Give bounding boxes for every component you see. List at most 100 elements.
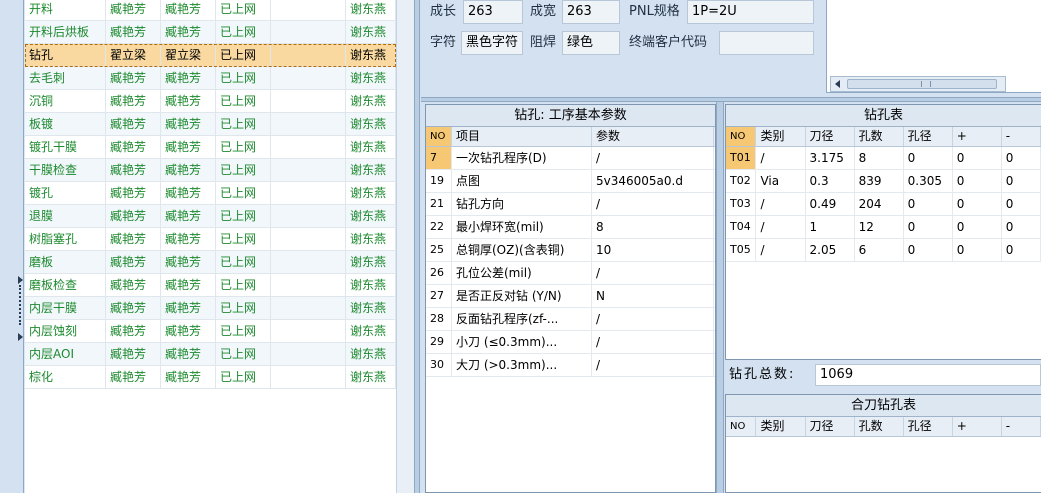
- drill-cell-minus: 0: [1002, 170, 1041, 192]
- growth-field[interactable]: 263: [463, 0, 523, 24]
- task-cell-note: [271, 44, 346, 66]
- pnl-spec-field[interactable]: 1P=2U: [687, 0, 814, 24]
- combo-header-hole-dia[interactable]: 孔径: [904, 417, 953, 436]
- param-row[interactable]: 22 最小焊环宽(mil) 8: [426, 216, 715, 239]
- combo-header-minus[interactable]: -: [1002, 417, 1041, 436]
- width-field[interactable]: 263: [562, 0, 620, 24]
- drill-header-type[interactable]: 类别: [756, 127, 806, 146]
- combo-header-hole-count[interactable]: 孔数: [855, 417, 904, 436]
- task-row[interactable]: 镀孔 臧艳芳 臧艳芳 已上网 谢东燕: [25, 182, 396, 205]
- task-cell-reviewer: 臧艳芳: [161, 21, 216, 43]
- drill-row[interactable]: T03/0.49 204 0 0 0: [726, 193, 1041, 216]
- drill-cell-hole-count: 839: [855, 170, 904, 192]
- expand-arrow-icon[interactable]: [18, 333, 23, 341]
- task-row[interactable]: 镀孔干膜 臧艳芳 臧艳芳 已上网 谢东燕: [25, 136, 396, 159]
- task-row[interactable]: 干膜检查 臧艳芳 臧艳芳 已上网 谢东燕: [25, 159, 396, 182]
- collapse-arrow-icon[interactable]: [18, 276, 23, 284]
- param-row[interactable]: 28 反面钻孔程序(zf-... /: [426, 308, 715, 331]
- task-cell-status: 已上网: [216, 67, 271, 89]
- growth-label: 成长: [430, 4, 457, 19]
- param-row[interactable]: 25 总铜厚(OZ)(含表铜) 10: [426, 239, 715, 262]
- param-cell-value: /: [592, 354, 714, 376]
- param-cell-item: 总铜厚(OZ)(含表铜): [452, 239, 592, 261]
- params-header-no[interactable]: NO: [426, 127, 452, 146]
- horizontal-scrollbar[interactable]: [830, 76, 1006, 92]
- task-row[interactable]: 内层干膜 臧艳芳 臧艳芳 已上网 谢东燕: [25, 297, 396, 320]
- drill-row[interactable]: T04/1 12 0 0 0: [726, 216, 1041, 239]
- param-cell-item: 最小焊环宽(mil): [452, 216, 592, 238]
- char-field[interactable]: 黑色字符: [461, 31, 523, 55]
- drill-header-hole-count[interactable]: 孔数: [855, 127, 904, 146]
- task-cell-note: [271, 251, 346, 273]
- task-cell-status: 已上网: [216, 113, 271, 135]
- param-cell-no: 29: [426, 331, 452, 353]
- param-row[interactable]: 21 钻孔方向 /: [426, 193, 715, 216]
- task-row[interactable]: 内层AOI 臧艳芳 臧艳芳 已上网 谢东燕: [25, 343, 396, 366]
- task-cell-note: [271, 67, 346, 89]
- scroll-left-icon[interactable]: [835, 80, 840, 88]
- task-row[interactable]: 树脂塞孔 臧艳芳 臧艳芳 已上网 谢东燕: [25, 228, 396, 251]
- combo-header-tool-dia[interactable]: 刀径: [806, 417, 855, 436]
- combo-header-no[interactable]: NO: [726, 417, 757, 436]
- param-cell-value: /: [592, 331, 714, 353]
- task-cell-status: 已上网: [216, 320, 271, 342]
- drill-header-hole-dia[interactable]: 孔径: [904, 127, 953, 146]
- combo-header-type[interactable]: 类别: [756, 417, 806, 436]
- drill-header-tool-dia[interactable]: 刀径: [806, 127, 855, 146]
- task-cell-process-name: 内层干膜: [25, 297, 106, 319]
- task-row[interactable]: 钻孔 翟立梁 翟立梁 已上网 谢东燕: [25, 44, 396, 67]
- task-cell-note: [271, 159, 346, 181]
- param-row[interactable]: 26 孔位公差(mil) /: [426, 262, 715, 285]
- task-row[interactable]: 沉铜 臧艳芳 臧艳芳 已上网 谢东燕: [25, 90, 396, 113]
- drill-row[interactable]: T02 Via 0.3 839 0.305 0 0: [726, 170, 1041, 193]
- param-row[interactable]: 30 大刀 (>0.3mm)... /: [426, 354, 715, 377]
- task-cell-status: 已上网: [216, 205, 271, 227]
- drill-cell-plus: 0: [953, 170, 1002, 192]
- task-row[interactable]: 退膜 臧艳芳 臧艳芳 已上网 谢东燕: [25, 205, 396, 228]
- param-row[interactable]: 7 一次钻孔程序(D) /: [426, 147, 715, 170]
- combo-header-plus[interactable]: +: [953, 417, 1002, 436]
- customer-code-field[interactable]: [719, 31, 814, 55]
- left-splitter[interactable]: [0, 0, 24, 493]
- task-cell-owner: 谢东燕: [346, 274, 396, 296]
- horizontal-splitter[interactable]: [421, 97, 1041, 102]
- param-row[interactable]: 29 小刀 (≤0.3mm)... /: [426, 331, 715, 354]
- task-cell-status: 已上网: [216, 0, 271, 20]
- drill-cell-type: /: [756, 216, 806, 238]
- task-row[interactable]: 棕化 臧艳芳 臧艳芳 已上网 谢东燕: [25, 366, 396, 389]
- task-row[interactable]: 开料后烘板 臧艳芳 臧艳芳 已上网 谢东燕: [25, 21, 396, 44]
- solder-mask-field[interactable]: 绿色: [562, 31, 620, 55]
- vertical-splitter[interactable]: [716, 102, 724, 493]
- task-row[interactable]: 磨板检查 臧艳芳 臧艳芳 已上网 谢东燕: [25, 274, 396, 297]
- panel-splitter[interactable]: [414, 0, 420, 493]
- param-cell-no: 19: [426, 170, 452, 192]
- task-row[interactable]: 内层蚀刻 臧艳芳 臧艳芳 已上网 谢东燕: [25, 320, 396, 343]
- param-row[interactable]: 27 是否正反对钻 (Y/N) N: [426, 285, 715, 308]
- pnl-spec-label: PNL规格: [629, 4, 680, 19]
- param-row[interactable]: 19 点图 5v346005a0.d: [426, 170, 715, 193]
- drill-header-minus[interactable]: -: [1002, 127, 1041, 146]
- task-cell-reviewer: 臧艳芳: [161, 251, 216, 273]
- drill-header-no[interactable]: NO: [726, 127, 757, 146]
- task-row[interactable]: 磨板 臧艳芳 臧艳芳 已上网 谢东燕: [25, 251, 396, 274]
- param-cell-value: N: [592, 285, 714, 307]
- params-header-value[interactable]: 参数: [592, 127, 714, 146]
- drill-row[interactable]: T01/3.175 8 0 0 0: [726, 147, 1041, 170]
- total-holes-field[interactable]: 1069: [815, 364, 1041, 386]
- task-row[interactable]: 去毛刺 臧艳芳 臧艳芳 已上网 谢东燕: [25, 67, 396, 90]
- task-cell-note: [271, 297, 346, 319]
- drill-row[interactable]: T05/2.05 6 0 0 0: [726, 239, 1041, 262]
- vertical-scrollbar[interactable]: [396, 0, 414, 493]
- task-row[interactable]: 板镀 臧艳芳 臧艳芳 已上网 谢东燕: [25, 113, 396, 136]
- splitter-grip-icon[interactable]: [19, 285, 21, 325]
- task-cell-reviewer: 臧艳芳: [161, 90, 216, 112]
- task-cell-process-name: 内层蚀刻: [25, 320, 106, 342]
- width-label: 成宽: [530, 4, 557, 19]
- task-row[interactable]: 开料 臧艳芳 臧艳芳 已上网 谢东燕: [25, 0, 396, 21]
- task-cell-process-name: 磨板检查: [25, 274, 106, 296]
- drill-header-plus[interactable]: +: [953, 127, 1002, 146]
- task-cell-status: 已上网: [216, 366, 271, 388]
- params-header-item[interactable]: 项目: [452, 127, 592, 146]
- task-cell-note: [271, 228, 346, 250]
- param-cell-value: /: [592, 193, 714, 215]
